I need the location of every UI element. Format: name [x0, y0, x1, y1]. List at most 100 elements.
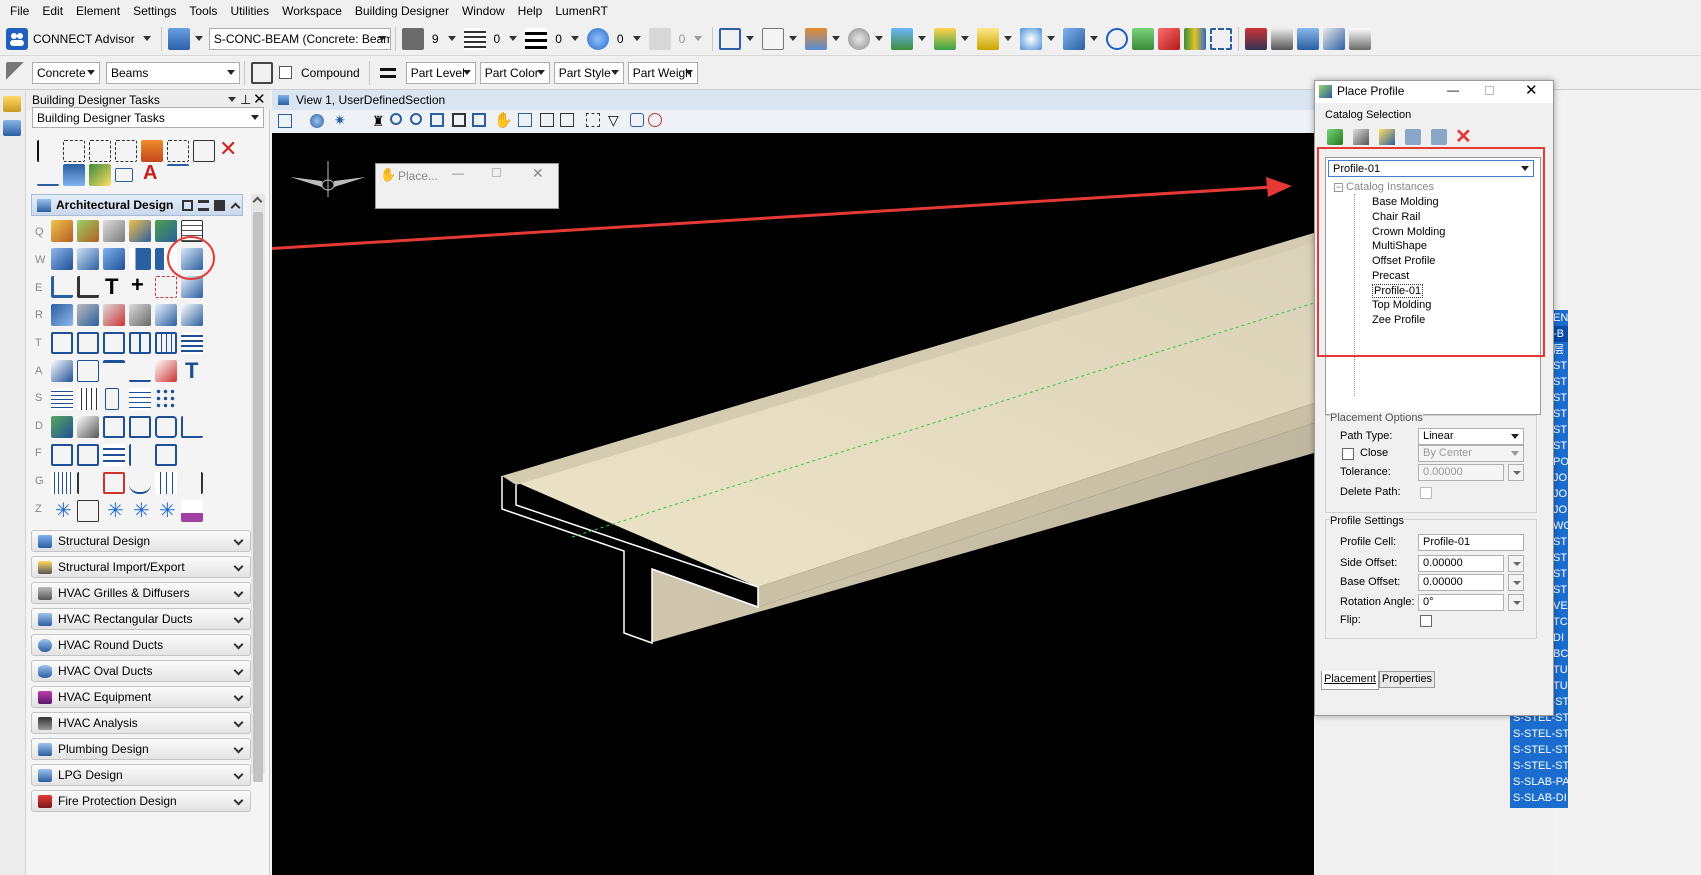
house-3d-icon[interactable] [1297, 27, 1320, 50]
frame-arc-icon[interactable] [129, 444, 151, 466]
filter-icon[interactable]: ▽ [608, 112, 619, 129]
shelf-icon[interactable] [129, 416, 151, 438]
wall-corner-icon[interactable] [77, 276, 99, 298]
walk-icon[interactable] [518, 113, 532, 127]
delete-path-checkbox[interactable] [1420, 487, 1432, 499]
edit-catalog-icon[interactable] [1379, 129, 1395, 145]
section-hvac-round-ducts[interactable]: HVAC Round Ducts [31, 634, 251, 656]
grid-snap-icon[interactable] [1210, 27, 1233, 50]
chevron-down-icon[interactable] [570, 36, 579, 41]
transform-icon[interactable] [1063, 27, 1086, 50]
drawing-canvas[interactable]: ✋ Place... — ✕ [272, 133, 1314, 875]
opening-panel-icon[interactable] [181, 304, 203, 326]
wall-edit-icon[interactable] [77, 248, 99, 270]
close-icon[interactable]: ✕ [532, 165, 544, 182]
dimension-icon[interactable] [167, 164, 189, 186]
roof-icon[interactable] [51, 360, 73, 382]
layer-item[interactable]: S-SLAB-DI [1510, 790, 1568, 806]
base-offset-input[interactable]: 0.00000 [1418, 574, 1504, 591]
chevron-down-icon[interactable] [632, 36, 641, 41]
minimize-icon[interactable]: — [1447, 83, 1459, 97]
part-level-button[interactable]: Part Level [405, 61, 476, 84]
door-swing-icon[interactable] [77, 332, 99, 354]
tolerance-input[interactable]: 0.00000 [1418, 464, 1504, 481]
active-level-combo[interactable]: S-CONC-BEAM (Concrete: Beams) [208, 27, 391, 50]
priority-icon[interactable] [648, 27, 671, 50]
chevron-down-icon[interactable] [918, 36, 927, 41]
section-hvac-rectangular-ducts[interactable]: HVAC Rectangular Ducts [31, 608, 251, 630]
level-display-icon[interactable] [167, 27, 190, 50]
layers-icon[interactable] [934, 27, 957, 50]
chevron-down-icon[interactable] [875, 36, 884, 41]
cube-view-icon[interactable] [719, 27, 742, 50]
rotation-angle-dropdown[interactable] [1508, 594, 1524, 611]
louver-icon[interactable] [181, 332, 203, 354]
section-hvac-grilles[interactable]: HVAC Grilles & Diffusers [31, 582, 251, 604]
panel-icon[interactable] [105, 388, 119, 410]
line-weight-icon[interactable] [525, 27, 548, 50]
zoom-out-icon[interactable] [410, 113, 422, 125]
element-selection-icon[interactable] [37, 140, 59, 162]
base-offset-dropdown[interactable] [1508, 574, 1524, 591]
chevron-down-icon[interactable] [832, 36, 841, 41]
menu-lumenrt[interactable]: LumenRT [555, 4, 607, 18]
sparkle-delete-icon[interactable]: ✳ [159, 498, 176, 523]
curve-icon[interactable] [129, 472, 151, 494]
stair-rail-icon[interactable] [77, 472, 99, 494]
chevron-down-icon[interactable] [789, 36, 798, 41]
tolerance-dropdown[interactable] [1508, 464, 1524, 481]
minimize-icon[interactable]: — [452, 166, 464, 180]
opening-box-icon[interactable] [155, 304, 177, 326]
sparkle-icon[interactable]: ✳ [55, 498, 72, 523]
move-icon[interactable] [89, 140, 111, 162]
view-options-icon[interactable] [648, 113, 662, 127]
pan-icon[interactable]: ✋ [494, 111, 513, 129]
close-checkbox[interactable] [1342, 448, 1354, 460]
clip-volume-icon[interactable] [586, 113, 600, 127]
wall-icon[interactable] [51, 248, 73, 270]
mini-place-dialog[interactable]: ✋ Place... — ✕ [375, 163, 559, 209]
scale-icon[interactable] [193, 140, 215, 162]
view-rotation-icon[interactable] [630, 113, 644, 127]
opening-edit-icon[interactable] [77, 304, 99, 326]
menu-settings[interactable]: Settings [133, 4, 176, 18]
opening-icon[interactable] [51, 304, 73, 326]
menu-workspace[interactable]: Workspace [282, 4, 342, 18]
info-icon[interactable] [1106, 27, 1129, 50]
text-icon[interactable]: A [143, 162, 157, 185]
maximize-icon[interactable] [1485, 86, 1494, 95]
schedule-grid-icon[interactable] [103, 472, 125, 494]
door-icon[interactable] [51, 332, 73, 354]
next-view-icon[interactable] [560, 113, 574, 127]
search-folder-icon[interactable] [3, 96, 21, 112]
door-double-icon[interactable] [103, 332, 125, 354]
target-grid-icon[interactable] [77, 500, 99, 522]
chevron-down-icon[interactable] [1090, 36, 1099, 41]
chevron-down-icon[interactable] [1004, 36, 1013, 41]
refresh-catalog-icon[interactable] [1327, 129, 1343, 145]
chair-icon[interactable] [181, 416, 203, 438]
wall-tee-icon[interactable]: T [105, 274, 118, 300]
chevron-up-icon[interactable] [230, 202, 241, 213]
rectangle-icon[interactable] [115, 168, 133, 182]
section-hvac-analysis[interactable]: HVAC Analysis [31, 712, 251, 734]
menu-utilities[interactable]: Utilities [230, 4, 269, 18]
section-plumbing-design[interactable]: Plumbing Design [31, 738, 251, 760]
roof-slope-icon[interactable] [129, 360, 151, 382]
layer-item[interactable]: S-STEL-STU [1510, 758, 1568, 774]
menu-element[interactable]: Element [76, 4, 120, 18]
close-icon[interactable]: ✕ [1525, 81, 1538, 99]
image-icon[interactable] [891, 27, 914, 50]
previous-view-icon[interactable] [540, 113, 554, 127]
chevron-down-icon[interactable] [228, 97, 236, 102]
section-fire-protection-design[interactable]: Fire Protection Design [31, 790, 251, 812]
view-attributes-icon[interactable] [278, 114, 292, 128]
roof-trim-icon[interactable] [155, 360, 177, 382]
light-icon[interactable]: ✷ [334, 112, 346, 129]
ceiling-grid-icon[interactable] [77, 388, 99, 410]
wand-icon[interactable] [89, 164, 111, 186]
opening-delete-icon[interactable] [103, 304, 125, 326]
flip-checkbox[interactable] [1420, 615, 1432, 627]
railing-icon[interactable] [51, 472, 73, 494]
people-icon[interactable] [3, 120, 21, 136]
